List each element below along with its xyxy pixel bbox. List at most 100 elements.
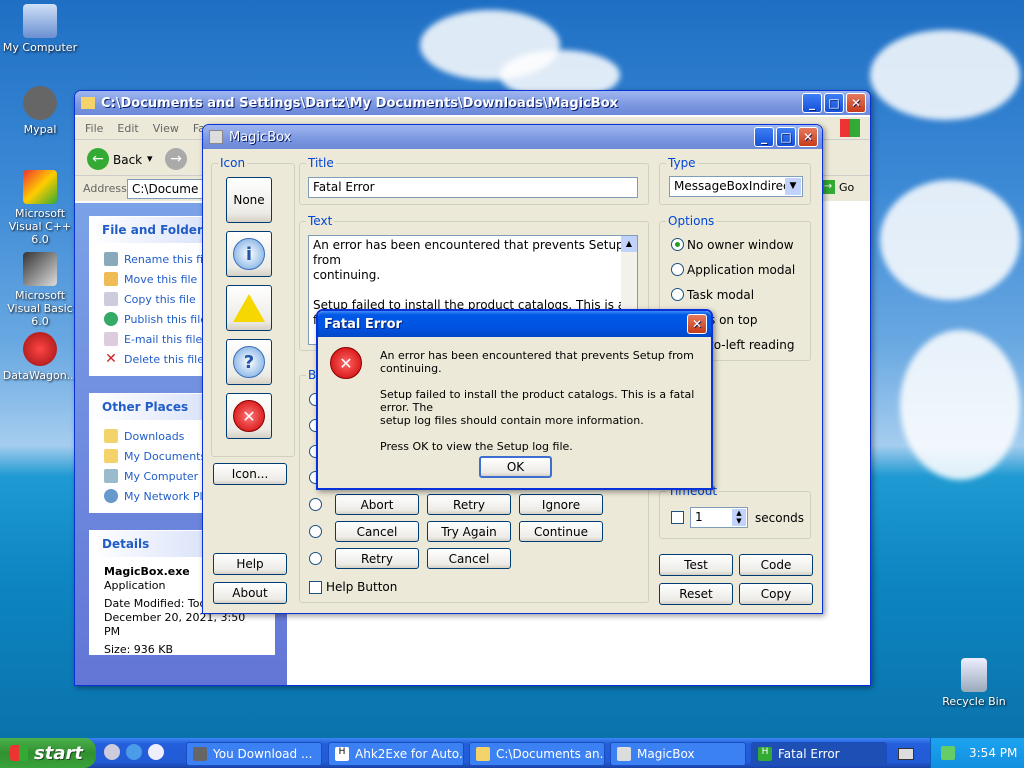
icon-warning-button[interactable] (226, 285, 272, 331)
code-button[interactable]: Code (739, 554, 813, 576)
windows-logo-icon (840, 119, 860, 137)
taskbar-item-fatal-error[interactable]: H Fatal Error (751, 742, 887, 766)
ahk-icon: H (335, 747, 349, 761)
option-task-modal-radio[interactable] (671, 288, 684, 301)
test-button[interactable]: Test (659, 554, 733, 576)
desktop-icon-my-computer[interactable]: My Computer (0, 4, 80, 54)
buttons-radio-cancel-tryagain-continue[interactable] (309, 525, 322, 538)
close-button[interactable]: ✕ (846, 93, 866, 113)
minimize-button[interactable]: _ (754, 127, 774, 147)
warning-icon (233, 294, 265, 322)
fatal-error-title: Fatal Error (324, 316, 402, 332)
move-icon (104, 272, 118, 286)
timeout-unit-label: seconds (755, 511, 805, 525)
explorer-titlebar[interactable]: C:\Documents and Settings\Dartz\My Docum… (75, 91, 870, 115)
icon-none-button[interactable]: None (226, 177, 272, 223)
details-size: Size: 936 KB (104, 643, 174, 656)
timeout-checkbox[interactable] (671, 511, 684, 524)
minimize-button[interactable]: _ (802, 93, 822, 113)
help-button-checkbox[interactable]: Help Button (309, 580, 397, 594)
taskbar-item-explorer[interactable]: C:\Documents an... (469, 742, 605, 766)
desktop-icon-visual-basic[interactable]: Microsoft Visual Basic 6.0 (0, 252, 80, 328)
option-no-owner-radio[interactable] (671, 238, 684, 251)
address-input[interactable]: C:\Docume (127, 179, 207, 199)
back-dropdown-icon[interactable]: ▾ (147, 152, 153, 165)
my-computer-icon (23, 4, 57, 38)
copy-button[interactable]: Copy (739, 583, 813, 605)
rename-icon (104, 252, 118, 266)
maximize-button[interactable]: □ (776, 127, 796, 147)
folder-icon (104, 429, 118, 443)
icon-error-button[interactable]: ✕ (226, 393, 272, 439)
about-button[interactable]: About (213, 582, 287, 604)
error-icon: ✕ (233, 400, 265, 432)
type-group-label: Type (666, 156, 698, 170)
ahk-icon: H (758, 747, 772, 761)
menu-view[interactable]: View (153, 122, 179, 135)
media-player-icon[interactable] (148, 744, 164, 760)
help-button[interactable]: Help (213, 553, 287, 575)
preview-cancel-button[interactable]: Cancel (335, 521, 419, 542)
timeout-input[interactable]: 1 ▲ ▼ (690, 507, 748, 528)
quick-launch (104, 744, 164, 760)
close-button[interactable]: ✕ (798, 127, 818, 147)
internet-explorer-icon[interactable] (126, 744, 142, 760)
preview-abort-button[interactable]: Abort (335, 494, 419, 515)
delete-icon: ✕ (105, 351, 117, 367)
scroll-up-icon[interactable]: ▲ (621, 236, 637, 252)
buttons-radio-abort-retry-ignore[interactable] (309, 498, 322, 511)
dialog-error-icon: ✕ (330, 347, 362, 379)
option-rtl-label: to-left reading (709, 338, 795, 352)
desktop-icon-mypal[interactable]: Mypal (0, 86, 80, 136)
network-icon (104, 489, 118, 503)
settings-icon[interactable] (104, 744, 120, 760)
maximize-button[interactable]: □ (824, 93, 844, 113)
type-select[interactable]: MessageBoxIndirect ▼ (669, 176, 803, 197)
publish-icon (104, 312, 118, 326)
preview-retry-button[interactable]: Retry (427, 494, 511, 515)
option-on-top-label: s on top (709, 313, 758, 327)
keyboard-icon[interactable] (898, 748, 914, 760)
fatal-error-dialog: Fatal Error ✕ ✕ An error has been encoun… (316, 309, 713, 490)
mypal-icon (23, 86, 57, 120)
option-app-modal-radio[interactable] (671, 263, 684, 276)
taskbar-item-download[interactable]: You Download ... (186, 742, 322, 766)
icon-browse-button[interactable]: Icon... (213, 463, 287, 485)
magicbox-icon (617, 747, 631, 761)
datawagon-icon (23, 332, 57, 366)
mypal-icon (193, 747, 207, 761)
fatal-error-titlebar[interactable]: Fatal Error ✕ (318, 311, 711, 337)
menu-file[interactable]: File (85, 122, 103, 135)
buttons-radio-retry-cancel[interactable] (309, 552, 322, 565)
icon-question-button[interactable]: ? (226, 339, 272, 385)
preview-cancel-button-2[interactable]: Cancel (427, 548, 511, 569)
chevron-down-icon[interactable]: ▼ (785, 178, 801, 195)
close-button[interactable]: ✕ (687, 314, 707, 334)
desktop-icon-recycle-bin[interactable]: Recycle Bin (934, 658, 1014, 708)
tray-app-icon[interactable] (941, 746, 955, 760)
preview-try-again-button[interactable]: Try Again (427, 521, 511, 542)
go-button[interactable]: → Go (821, 180, 854, 194)
back-arrow-icon[interactable]: ← (87, 148, 109, 170)
go-arrow-icon: → (821, 180, 835, 194)
ok-button[interactable]: OK (479, 456, 552, 478)
taskbar-item-ahk2exe[interactable]: H Ahk2Exe for Auto... (328, 742, 464, 766)
desktop-icon-datawagon[interactable]: DataWagon... (0, 332, 80, 382)
desktop-icon-visual-cpp[interactable]: Microsoft Visual C++ 6.0 (0, 170, 80, 246)
back-label[interactable]: Back (113, 153, 142, 167)
spinner-icon[interactable]: ▲ ▼ (732, 509, 746, 526)
preview-ignore-button[interactable]: Ignore (519, 494, 603, 515)
reset-button[interactable]: Reset (659, 583, 733, 605)
icon-info-button[interactable]: i (226, 231, 272, 277)
start-button[interactable]: start (0, 738, 96, 768)
magicbox-titlebar[interactable]: MagicBox _ □ ✕ (203, 125, 822, 149)
menu-edit[interactable]: Edit (117, 122, 138, 135)
visual-basic-icon (23, 252, 57, 286)
taskbar-item-magicbox[interactable]: MagicBox (610, 742, 746, 766)
preview-continue-button[interactable]: Continue (519, 521, 603, 542)
title-input[interactable]: Fatal Error (308, 177, 638, 198)
forward-arrow-icon[interactable]: → (165, 148, 187, 170)
dialog-message: An error has been encountered that preve… (380, 349, 695, 453)
icon-group-label: Icon (218, 156, 248, 170)
preview-retry-button-2[interactable]: Retry (335, 548, 419, 569)
